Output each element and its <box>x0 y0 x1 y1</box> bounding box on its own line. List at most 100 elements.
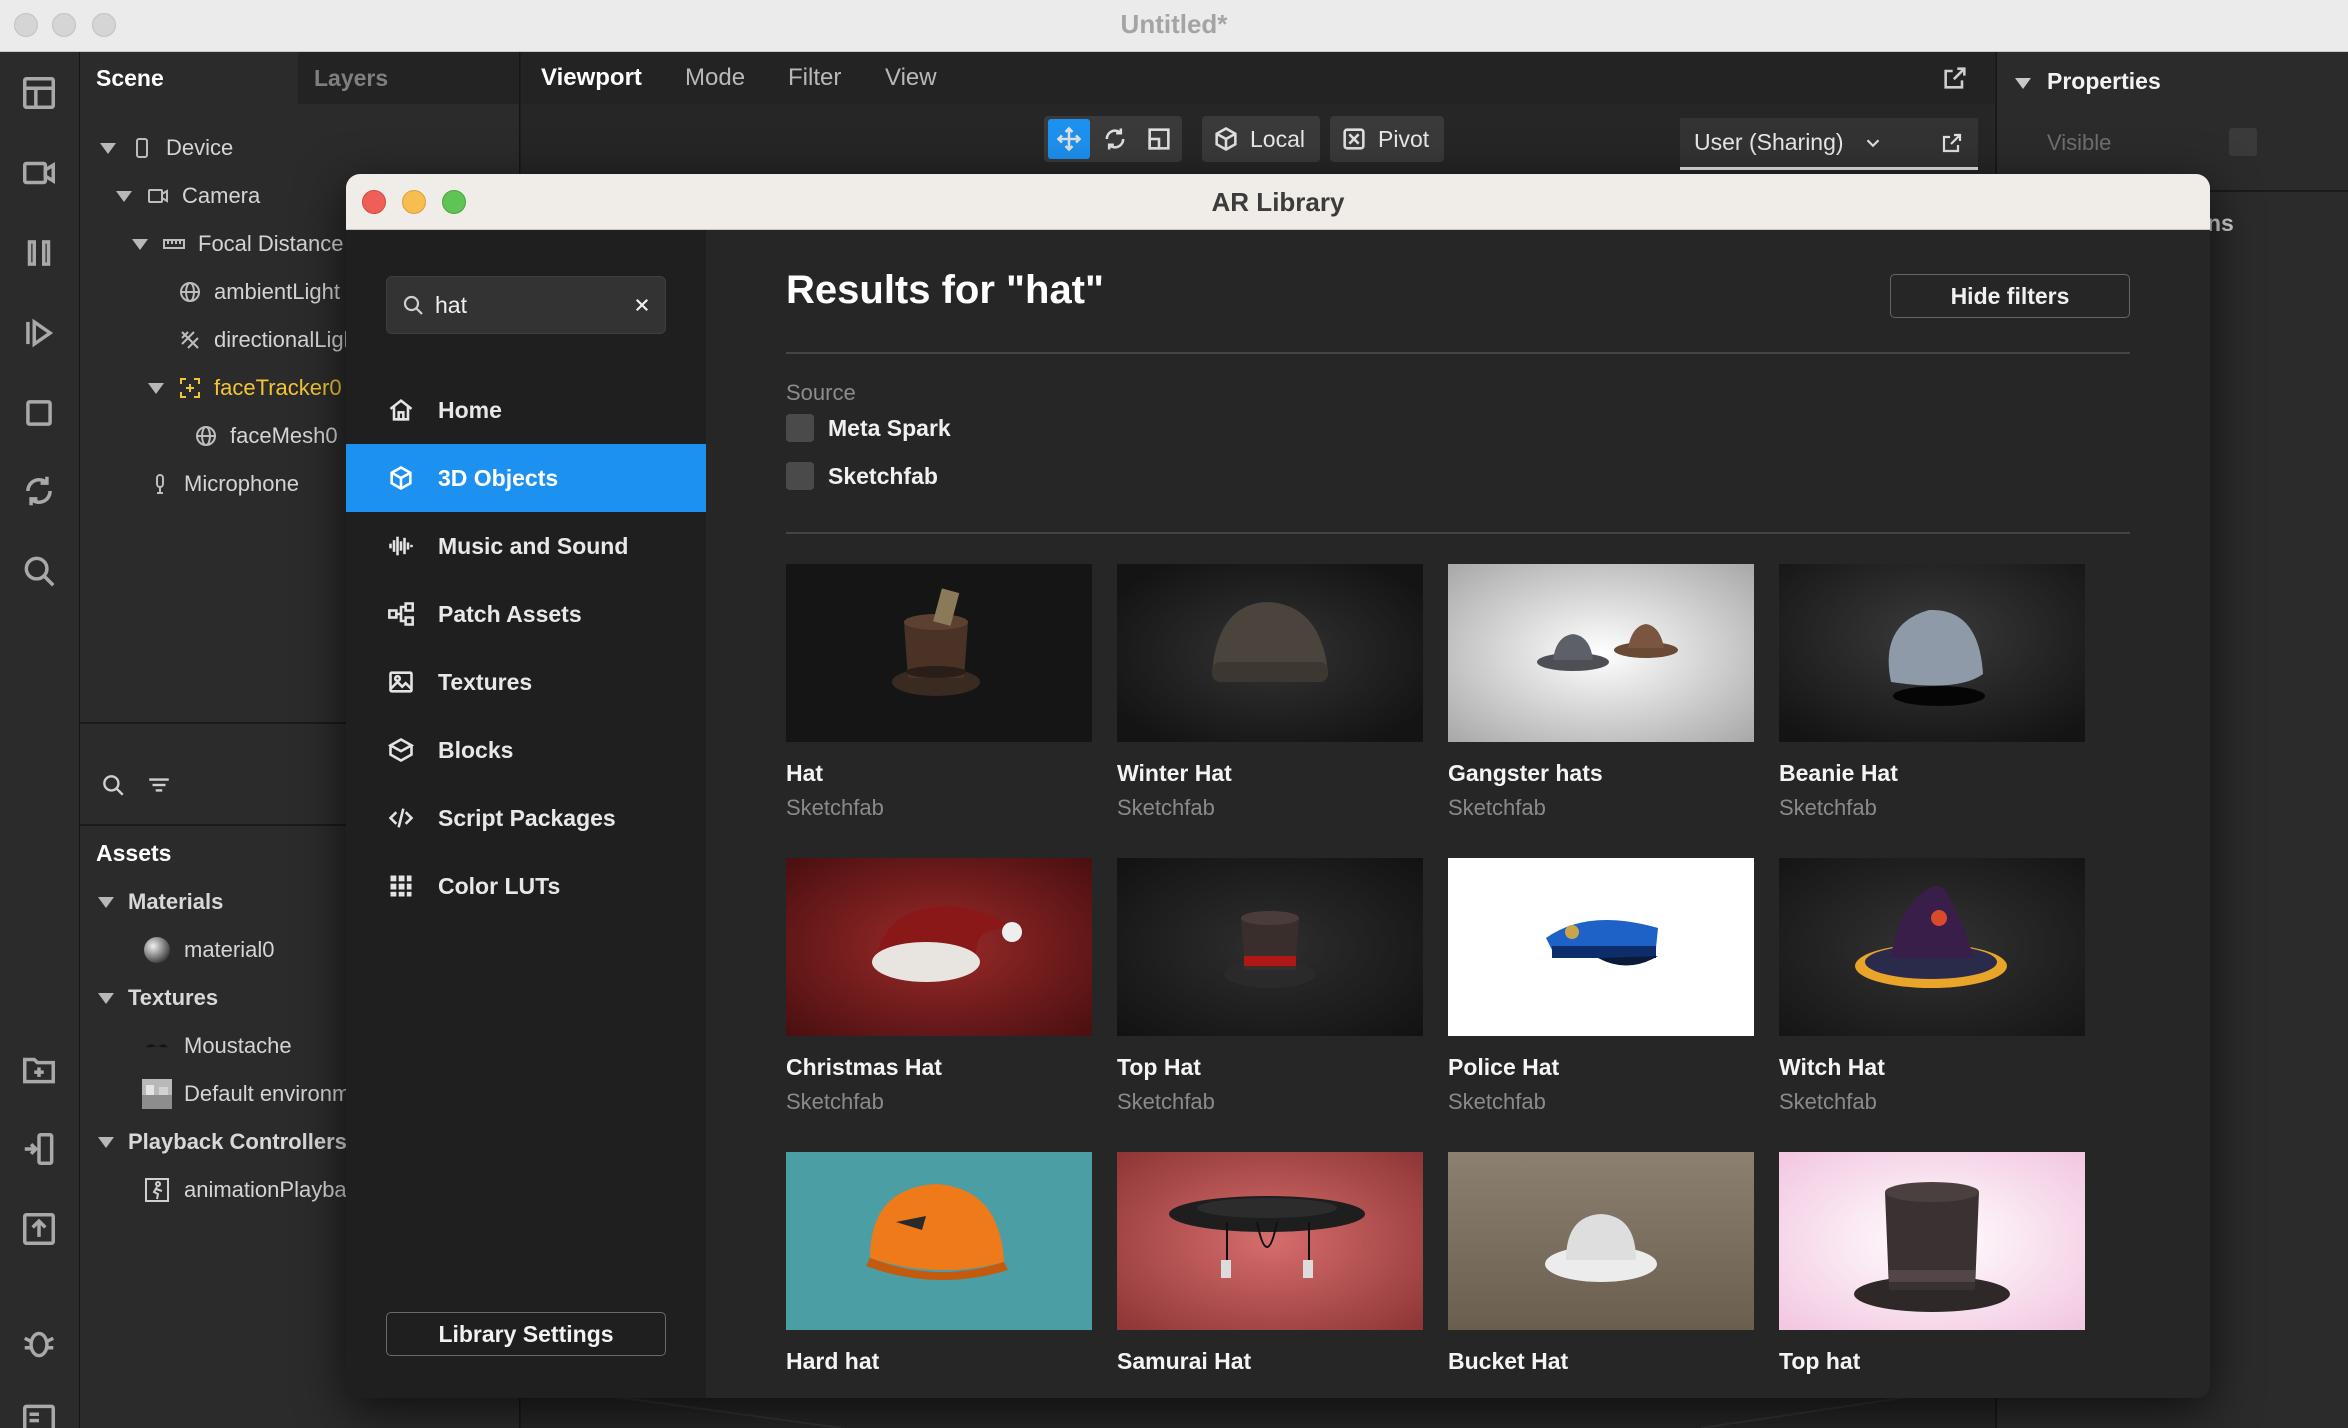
tree-item-camera[interactable]: Camera <box>116 176 260 216</box>
result-thumbnail[interactable] <box>786 564 1092 742</box>
nav-color-luts[interactable]: Color LUTs <box>346 852 706 920</box>
pop-out-icon[interactable] <box>1940 131 1964 155</box>
video-icon[interactable] <box>18 152 60 194</box>
result-card[interactable]: Top Hat Sketchfab <box>1117 858 1423 1115</box>
console-icon[interactable] <box>18 1398 60 1428</box>
nav-home[interactable]: Home <box>346 376 706 444</box>
result-card[interactable]: Police Hat Sketchfab <box>1448 858 1754 1115</box>
pivot-button[interactable]: Pivot <box>1330 116 1444 162</box>
hide-filters-button[interactable]: Hide filters <box>1890 274 2130 318</box>
library-search-box[interactable] <box>386 276 666 334</box>
result-card[interactable]: Gangster hats Sketchfab <box>1448 564 1754 821</box>
tree-item-focal-distance[interactable]: Focal Distance <box>132 224 344 264</box>
tree-item-face-tracker[interactable]: faceTracker0 <box>148 368 342 408</box>
result-thumbnail[interactable] <box>1779 858 2085 1036</box>
nav-blocks[interactable]: Blocks <box>346 716 706 784</box>
waveform-icon <box>386 531 416 561</box>
device-import-icon[interactable] <box>18 1128 60 1170</box>
user-sharing-dropdown[interactable]: User (Sharing) <box>1680 118 1978 170</box>
expand-caret-icon[interactable] <box>98 992 114 1004</box>
result-card[interactable]: Beanie Hat Sketchfab <box>1779 564 2085 821</box>
filter-icon[interactable] <box>146 772 172 798</box>
result-thumbnail[interactable] <box>1117 564 1423 742</box>
result-thumbnail[interactable] <box>1117 1152 1423 1330</box>
expand-caret-icon[interactable] <box>148 382 164 394</box>
checkbox[interactable] <box>786 462 814 490</box>
asset-item-moustache[interactable]: Moustache <box>142 1026 292 1066</box>
result-thumbnail[interactable] <box>786 1152 1092 1330</box>
pause-icon[interactable] <box>18 232 60 274</box>
grid-icon <box>386 871 416 901</box>
viewport-menu-bar: Viewport Mode Filter View <box>521 52 1995 104</box>
stop-icon[interactable] <box>18 392 60 434</box>
result-thumbnail[interactable] <box>1117 858 1423 1036</box>
asset-search-icon[interactable] <box>100 772 126 798</box>
result-thumbnail[interactable] <box>1779 1152 2085 1330</box>
library-settings-button[interactable]: Library Settings <box>386 1312 666 1356</box>
asset-item-material[interactable]: material0 <box>142 930 274 970</box>
result-card[interactable]: Christmas Hat Sketchfab <box>786 858 1092 1115</box>
divider <box>786 352 2130 354</box>
collapse-caret-icon[interactable] <box>2015 78 2031 89</box>
menu-filter[interactable]: Filter <box>788 52 841 104</box>
visible-checkbox[interactable] <box>2229 128 2257 156</box>
scale-tool-button[interactable] <box>1140 119 1178 159</box>
menu-mode[interactable]: Mode <box>685 52 745 104</box>
library-search-input[interactable] <box>435 291 633 319</box>
step-forward-icon[interactable] <box>18 312 60 354</box>
result-card[interactable]: Hard hat <box>786 1152 1092 1375</box>
hat-thumbnail-image <box>786 564 1092 742</box>
menu-viewport[interactable]: Viewport <box>541 52 642 104</box>
nav-patch-assets[interactable]: Patch Assets <box>346 580 706 648</box>
result-thumbnail[interactable] <box>1448 1152 1754 1330</box>
expand-caret-icon[interactable] <box>116 190 132 202</box>
menu-view[interactable]: View <box>885 52 937 104</box>
library-results-area[interactable]: Results for "hat" Hide filters Source Me… <box>706 230 2210 1398</box>
result-thumbnail[interactable] <box>1448 564 1754 742</box>
result-card[interactable]: Witch Hat Sketchfab <box>1779 858 2085 1115</box>
result-thumbnail[interactable] <box>1448 858 1754 1036</box>
tab-scene[interactable]: Scene <box>80 52 298 104</box>
expand-caret-icon[interactable] <box>100 142 116 154</box>
filter-meta-spark[interactable]: Meta Spark <box>786 412 951 444</box>
expand-caret-icon[interactable] <box>98 1136 114 1148</box>
tree-item-face-mesh[interactable]: faceMesh0 <box>194 416 338 456</box>
result-card[interactable]: Bucket Hat <box>1448 1152 1754 1375</box>
nav-script-packages[interactable]: Script Packages <box>346 784 706 852</box>
asset-section-textures[interactable]: Textures <box>98 978 218 1018</box>
result-card[interactable]: Samurai Hat <box>1117 1152 1423 1375</box>
result-card[interactable]: Top hat <box>1779 1152 2085 1375</box>
rotate-tool-button[interactable] <box>1096 119 1134 159</box>
asset-section-materials[interactable]: Materials <box>98 882 223 922</box>
move-tool-button[interactable] <box>1048 119 1090 159</box>
nav-textures[interactable]: Textures <box>346 648 706 716</box>
checkbox[interactable] <box>786 414 814 442</box>
mesh-icon <box>194 424 218 448</box>
refresh-icon[interactable] <box>18 470 60 512</box>
expand-caret-icon[interactable] <box>98 896 114 908</box>
result-thumbnail[interactable] <box>786 858 1092 1036</box>
nav-3d-objects[interactable]: 3D Objects <box>346 444 706 512</box>
pop-out-icon[interactable] <box>1941 64 1969 92</box>
bug-icon[interactable] <box>18 1322 60 1364</box>
asset-section-playback[interactable]: Playback Controllers <box>98 1122 347 1162</box>
search-icon[interactable] <box>18 550 60 592</box>
filter-sketchfab[interactable]: Sketchfab <box>786 460 938 492</box>
tab-layers[interactable]: Layers <box>298 52 516 104</box>
result-thumbnail[interactable] <box>1779 564 2085 742</box>
layout-icon[interactable] <box>18 72 60 114</box>
asset-item-animation-playback[interactable]: animationPlayback <box>142 1170 369 1210</box>
result-card[interactable]: Winter Hat Sketchfab <box>1117 564 1423 821</box>
tree-item-device[interactable]: Device <box>100 128 233 168</box>
expand-caret-icon[interactable] <box>132 238 148 250</box>
upload-icon[interactable] <box>18 1208 60 1250</box>
local-button[interactable]: Local <box>1202 116 1320 162</box>
tree-item-ambient-light[interactable]: ambientLight <box>178 272 340 312</box>
tree-item-directional-light[interactable]: directionalLight <box>178 320 362 360</box>
nav-label: Home <box>438 396 502 423</box>
nav-music-and-sound[interactable]: Music and Sound <box>346 512 706 580</box>
add-folder-icon[interactable] <box>18 1048 60 1090</box>
result-card[interactable]: Hat Sketchfab <box>786 564 1092 821</box>
tree-item-microphone[interactable]: Microphone <box>148 464 299 504</box>
clear-search-icon[interactable] <box>633 296 651 314</box>
